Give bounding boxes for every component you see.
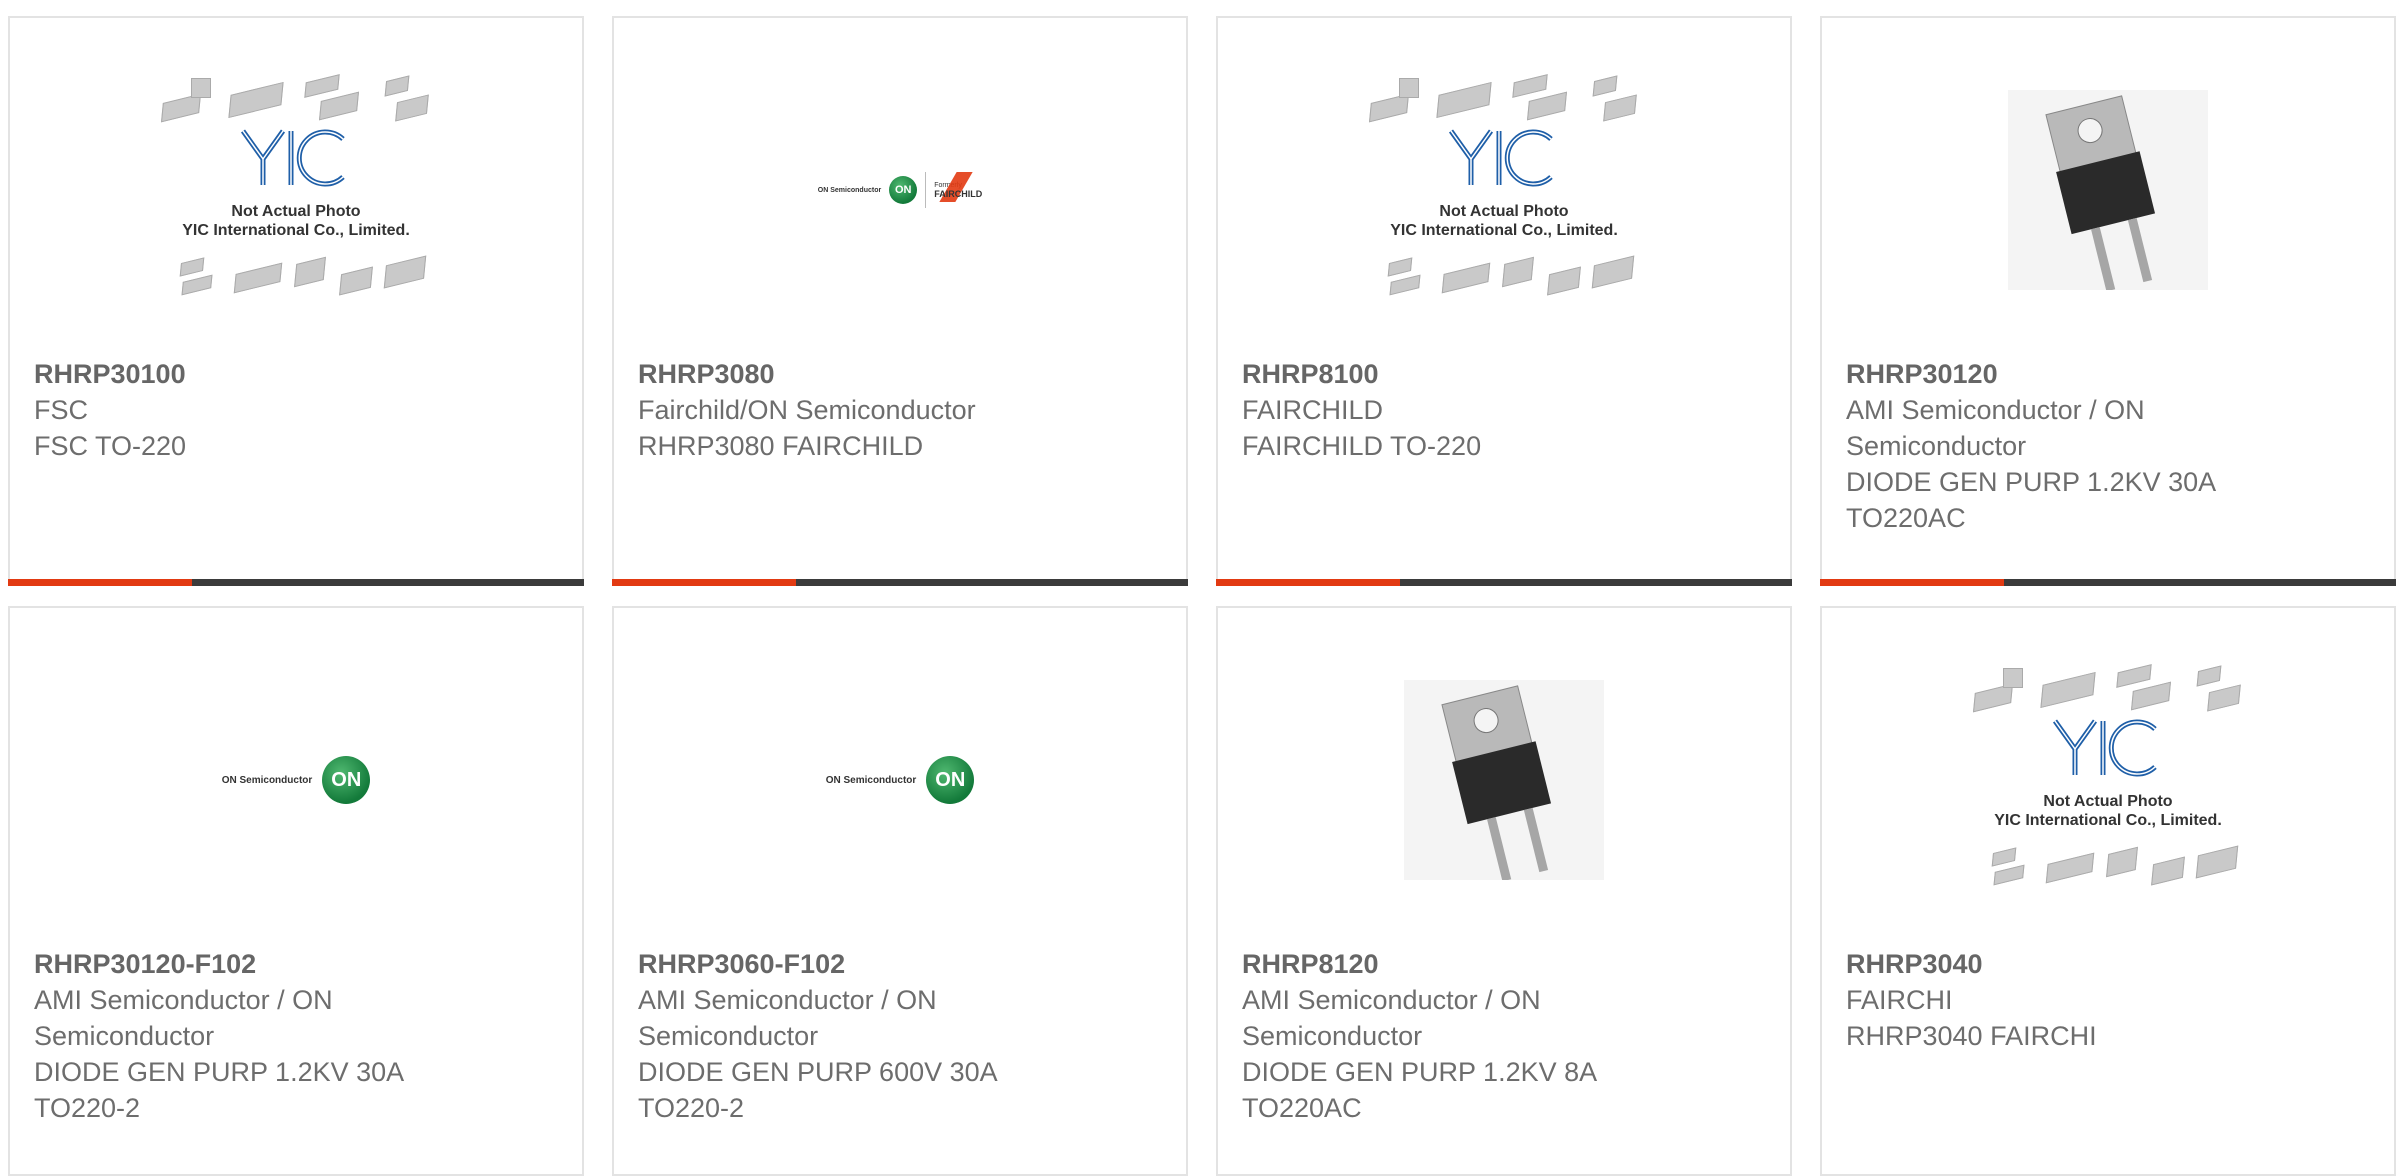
product-detail-line: TO220AC: [1846, 503, 1966, 533]
product-detail-line: AMI Semiconductor / ON: [1242, 985, 1541, 1015]
product-detail-line: TO220-2: [34, 1093, 141, 1123]
placeholder-line-1: Not Actual Photo: [2043, 793, 2173, 810]
product-card[interactable]: ON Semiconductor ON RHRP30120-F102 AMI S…: [8, 606, 584, 1176]
product-detail-line: TO220-2: [638, 1093, 745, 1123]
on-fairchild-logo: ON Semiconductor ON Formerly FAIRCHILD: [817, 171, 983, 208]
product-card[interactable]: Not Actual Photo YIC International Co., …: [1216, 16, 1792, 586]
product-detail-line: DIODE GEN PURP 1.2KV 30A: [34, 1057, 405, 1087]
logo-divider: [925, 172, 927, 208]
product-info: RHRP3040 FAIRCHI RHRP3040 FAIRCHI: [1846, 946, 2370, 1054]
product-info: RHRP8120 AMI Semiconductor / ON Semicondu…: [1242, 946, 1766, 1126]
placeholder-line-2: YIC International Co., Limited.: [1994, 812, 2222, 829]
on-semiconductor-logo: ON Semiconductor ON: [826, 756, 975, 804]
on-logo-text: ON Semiconductor: [825, 774, 917, 786]
product-image[interactable]: Not Actual Photo YIC International Co., …: [10, 18, 582, 362]
product-detail-line: Semiconductor: [34, 1021, 215, 1051]
product-info: RHRP30120 AMI Semiconductor / ON Semicond…: [1846, 356, 2370, 536]
product-detail-line: FSC: [34, 395, 88, 425]
product-image[interactable]: Not Actual Photo YIC International Co., …: [1822, 608, 2394, 952]
product-image[interactable]: Not Actual Photo YIC International Co., …: [1218, 18, 1790, 362]
product-detail-line: DIODE GEN PURP 1.2KV 30A: [1846, 467, 2217, 497]
product-card[interactable]: RHRP30120 AMI Semiconductor / ON Semicond…: [1820, 16, 2396, 586]
placeholder-line-1: Not Actual Photo: [231, 203, 361, 220]
fairchild-name: FAIRCHILD: [934, 188, 983, 199]
product-detail-line: AMI Semiconductor / ON: [638, 985, 937, 1015]
product-detail-line: AMI Semiconductor / ON: [1846, 395, 2145, 425]
product-card[interactable]: Not Actual Photo YIC International Co., …: [1820, 606, 2396, 1176]
product-part-number[interactable]: RHRP8100: [1242, 356, 1766, 392]
product-detail-line: FAIRCHILD TO-220: [1242, 431, 1482, 461]
product-image[interactable]: ON Semiconductor ON: [10, 608, 582, 952]
on-logo-mark-icon: ON: [926, 756, 975, 804]
card-bar-accent: [1216, 579, 1400, 586]
on-logo-text: ON Semiconductor: [817, 186, 882, 194]
product-part-number[interactable]: RHRP3080: [638, 356, 1162, 392]
product-part-number[interactable]: RHRP30120-F102: [34, 946, 558, 982]
product-part-number[interactable]: RHRP3060-F102: [638, 946, 1162, 982]
card-bar-accent: [8, 579, 192, 586]
product-part-number[interactable]: RHRP30100: [34, 356, 558, 392]
product-detail-line: FSC TO-220: [34, 431, 187, 461]
product-detail-line: DIODE GEN PURP 600V 30A: [638, 1057, 998, 1087]
product-detail-line: FAIRCHILD: [1242, 395, 1384, 425]
product-info: RHRP30100 FSC FSC TO-220: [34, 356, 558, 464]
product-detail-line: RHRP3040 FAIRCHI: [1846, 1021, 2097, 1051]
product-detail-line: TO220AC: [1242, 1093, 1362, 1123]
on-logo-text: ON Semiconductor: [221, 774, 313, 786]
card-bar-accent: [612, 579, 796, 586]
product-card[interactable]: Not Actual Photo YIC International Co., …: [8, 16, 584, 586]
product-card[interactable]: ON Semiconductor ON RHRP3060-F102 AMI Se…: [612, 606, 1188, 1176]
product-detail-line: Semiconductor: [1846, 431, 2027, 461]
product-info: RHRP30120-F102 AMI Semiconductor / ON Sem…: [34, 946, 558, 1126]
product-part-number[interactable]: RHRP8120: [1242, 946, 1766, 982]
to220-diode-photo: [1404, 680, 1604, 880]
card-bottom-bar: [612, 579, 1188, 586]
yic-placeholder-image: Not Actual Photo YIC International Co., …: [160, 70, 431, 310]
product-part-number[interactable]: RHRP3040: [1846, 946, 2370, 982]
yic-placeholder-image: Not Actual Photo YIC International Co., …: [1972, 660, 2243, 900]
on-semiconductor-logo: ON Semiconductor ON: [222, 756, 371, 804]
card-bar-accent: [1820, 579, 2004, 586]
placeholder-line-2: YIC International Co., Limited.: [182, 222, 410, 239]
product-card[interactable]: ON Semiconductor ON Formerly FAIRCHILD R…: [612, 16, 1188, 586]
product-detail-line: DIODE GEN PURP 1.2KV 8A: [1242, 1057, 1598, 1087]
placeholder-line-1: Not Actual Photo: [1439, 203, 1569, 220]
product-detail-line: Semiconductor: [638, 1021, 819, 1051]
to220-diode-photo: [2008, 90, 2208, 290]
fairchild-logo: Formerly FAIRCHILD: [934, 171, 983, 202]
yic-logo-icon: [2052, 719, 2157, 777]
yic-placeholder-image: Not Actual Photo YIC International Co., …: [1368, 70, 1639, 310]
product-detail-line: Semiconductor: [1242, 1021, 1423, 1051]
product-image[interactable]: ON Semiconductor ON Formerly FAIRCHILD: [614, 18, 1186, 362]
product-detail-line: AMI Semiconductor / ON: [34, 985, 333, 1015]
product-image[interactable]: ON Semiconductor ON: [614, 608, 1186, 952]
product-info: RHRP3060-F102 AMI Semiconductor / ON Semi…: [638, 946, 1162, 1126]
product-part-number[interactable]: RHRP30120: [1846, 356, 2370, 392]
yic-logo-icon: [240, 129, 345, 187]
product-detail-line: Fairchild/ON Semiconductor: [638, 395, 976, 425]
product-grid: Not Actual Photo YIC International Co., …: [0, 0, 2400, 1176]
card-bottom-bar: [8, 579, 584, 586]
product-info: RHRP3080 Fairchild/ON Semiconductor RHRP3…: [638, 356, 1162, 464]
product-detail-line: RHRP3080 FAIRCHILD: [638, 431, 924, 461]
card-bottom-bar: [1820, 579, 2396, 586]
placeholder-line-2: YIC International Co., Limited.: [1390, 222, 1618, 239]
product-image[interactable]: [1822, 18, 2394, 362]
product-card[interactable]: RHRP8120 AMI Semiconductor / ON Semicondu…: [1216, 606, 1792, 1176]
product-info: RHRP8100 FAIRCHILD FAIRCHILD TO-220: [1242, 356, 1766, 464]
on-logo-mark-icon: ON: [322, 756, 371, 804]
on-logo-mark-icon: ON: [889, 176, 918, 204]
product-detail-line: FAIRCHI: [1846, 985, 1953, 1015]
yic-logo-icon: [1448, 129, 1553, 187]
product-image[interactable]: [1218, 608, 1790, 952]
card-bottom-bar: [1216, 579, 1792, 586]
